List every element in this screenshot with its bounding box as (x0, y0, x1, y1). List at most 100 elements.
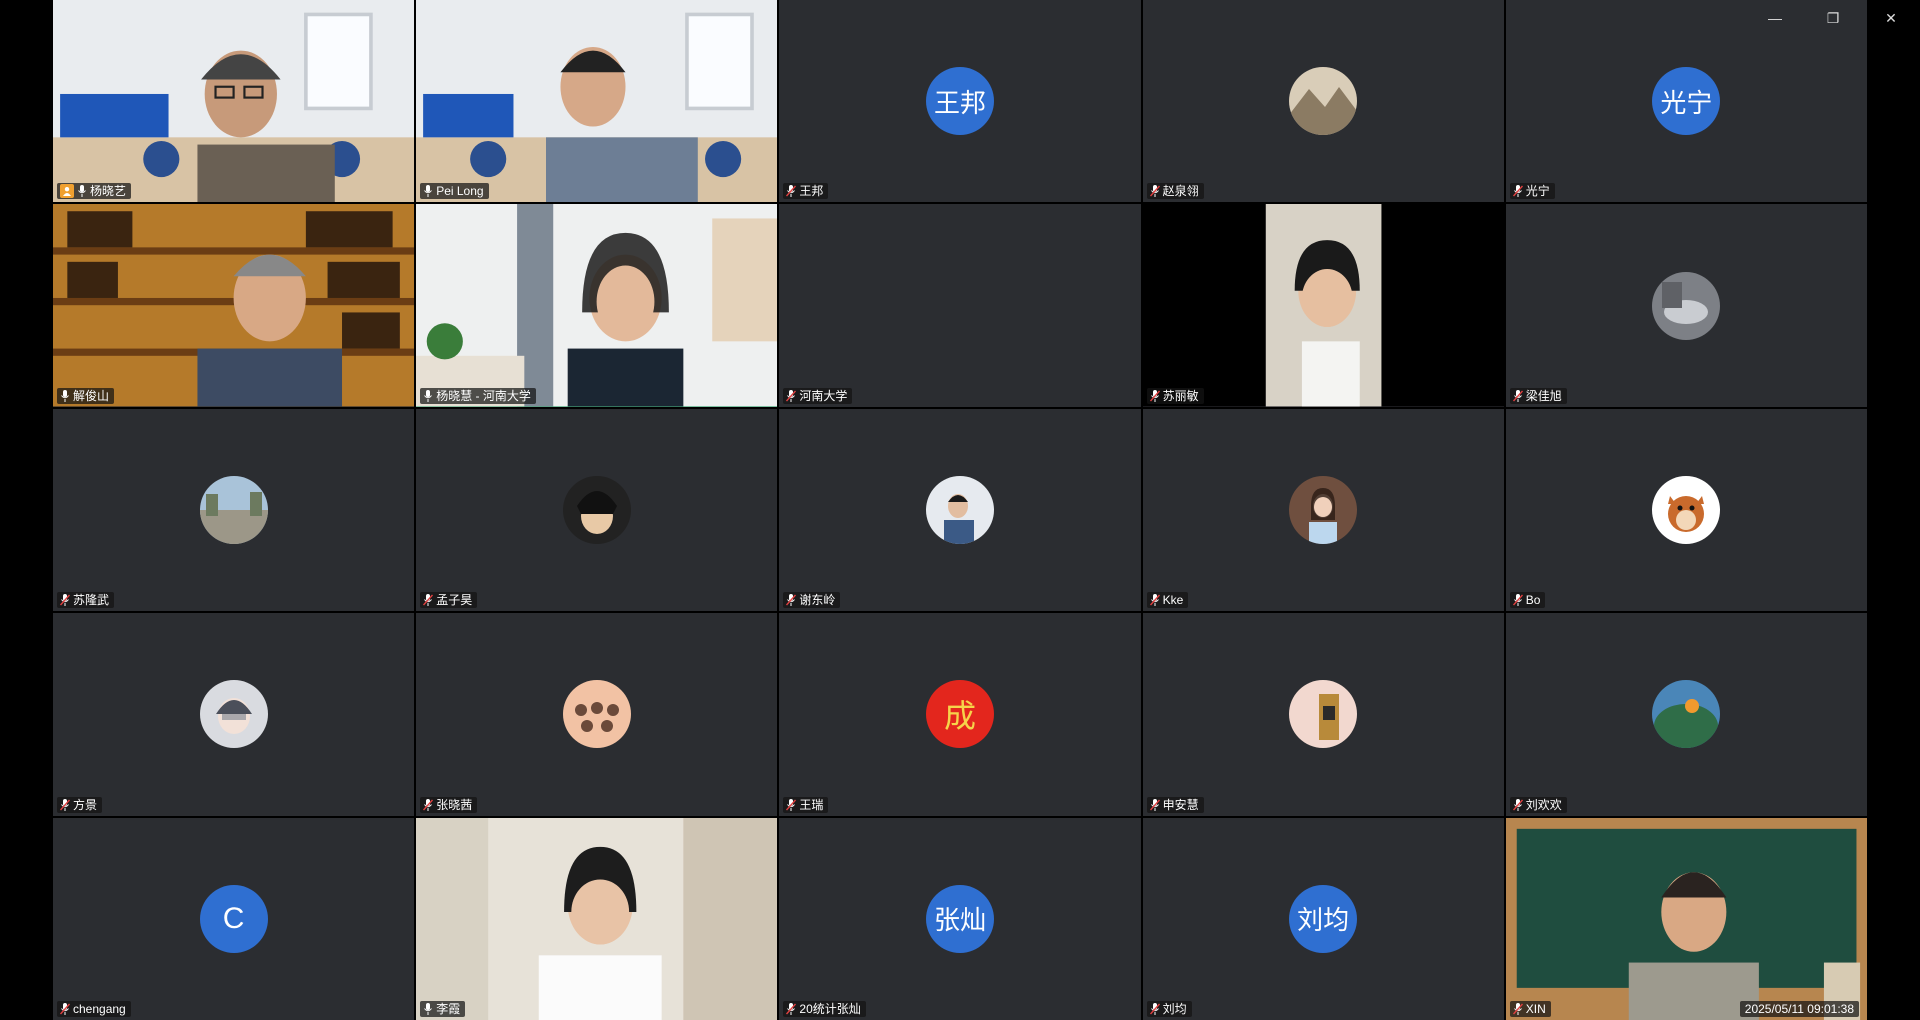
participant-tile[interactable]: Cchengang (53, 817, 415, 1020)
participant-video (416, 204, 778, 407)
participant-name: 河南大学 (799, 388, 848, 403)
participant-tile[interactable]: 张灿 20统计张灿 (779, 817, 1141, 1020)
microphone-muted-icon (786, 594, 797, 607)
participant-name: 方景 (73, 797, 98, 812)
microphone-muted-icon (1512, 798, 1523, 811)
avatar-anime-icon (562, 475, 631, 544)
name-label: 光宁 (1509, 183, 1555, 200)
participant-name: 光宁 (1525, 184, 1550, 199)
participant-tile[interactable]: 刘均 刘均 (1142, 817, 1504, 1020)
name-label: 谢东岭 (783, 592, 841, 609)
microphone-muted-icon (1512, 185, 1523, 198)
participant-tile[interactable]: 王邦 王邦 (779, 0, 1141, 203)
participant-name: 申安慧 (1162, 797, 1199, 812)
participant-tile[interactable]: Kke (1142, 408, 1504, 612)
participant-name: 李霞 (436, 1001, 461, 1016)
participant-name: Kke (1162, 593, 1184, 608)
restore-button[interactable]: ❐ (1804, 0, 1862, 36)
name-label: 河南大学 (783, 387, 853, 404)
microphone-muted-icon (60, 1002, 70, 1015)
name-label: 刘欢欢 (1509, 796, 1567, 813)
participant-video (416, 0, 778, 203)
participant-video (1142, 204, 1504, 407)
microphone-muted-icon (786, 185, 797, 198)
avatar-person-icon (925, 475, 994, 544)
participant-tile[interactable]: Bo (1505, 408, 1867, 612)
participant-tile[interactable]: 谢东岭 (779, 408, 1141, 612)
participant-tile[interactable]: 赵泉翎 (1142, 0, 1504, 203)
microphone-muted-icon (786, 389, 797, 402)
name-label: 方景 (57, 796, 103, 813)
participant-name: 赵泉翎 (1162, 184, 1199, 199)
name-label: XIN (1509, 1000, 1551, 1017)
avatar-girl-icon (1289, 475, 1358, 544)
name-label: 解俊山 (57, 387, 115, 404)
participant-tile[interactable]: 河南大学 (779, 204, 1141, 407)
participant-tile[interactable]: 张晓茜 (416, 613, 778, 816)
participant-tile[interactable]: 方景 (53, 613, 415, 816)
participant-name: 杨晓艺 (90, 184, 127, 199)
participant-tile[interactable]: 杨晓慧 - 河南大学 (416, 204, 778, 407)
minimize-button[interactable]: — (1746, 0, 1804, 36)
host-icon (60, 184, 74, 199)
name-label: 孟子昊 (420, 592, 478, 609)
avatar-earth-icon (1652, 680, 1721, 749)
participant-tile[interactable]: 成王瑞 (779, 613, 1141, 816)
avatar-booth-icon (1289, 680, 1358, 749)
participant-name: 孟子昊 (436, 593, 473, 608)
window-controls: — ❐ ✕ (1746, 0, 1920, 36)
participant-name: 苏隆武 (73, 593, 110, 608)
participant-name: 谢东岭 (799, 593, 836, 608)
name-label: 张晓茜 (420, 796, 478, 813)
name-label: 20统计张灿 (783, 1000, 866, 1017)
avatar-hand-icon (1652, 271, 1721, 340)
participant-tile[interactable]: 解俊山 (53, 204, 415, 407)
avatar: 光宁 (1652, 67, 1721, 136)
avatar: 张灿 (925, 884, 994, 953)
participant-video (53, 0, 415, 203)
participant-tile[interactable]: 申安慧 (1142, 613, 1504, 816)
microphone-muted-icon (423, 798, 434, 811)
microphone-muted-icon (1149, 1002, 1160, 1015)
participant-grid: 杨晓艺 Pei Long 王邦 王邦 赵泉翎 光宁 光宁 解俊山 杨晓慧 - 河南大学 河南… (53, 0, 1867, 1020)
avatar-squirrel-icon (1652, 475, 1721, 544)
participant-name: 20统计张灿 (799, 1001, 861, 1016)
participant-video (1505, 817, 1867, 1020)
avatar-cartoon-icon (199, 680, 268, 749)
participant-tile[interactable]: 李霞 (416, 817, 778, 1020)
microphone-icon (423, 389, 433, 402)
participant-video (53, 204, 415, 407)
participant-tile[interactable]: 梁佳旭 (1505, 204, 1867, 407)
name-label: 杨晓艺 (57, 183, 132, 200)
participant-tile[interactable]: Pei Long (416, 0, 778, 203)
participant-tile[interactable]: 杨晓艺 (53, 0, 415, 203)
participant-name: Pei Long (436, 184, 484, 199)
participant-name: 解俊山 (73, 388, 110, 403)
microphone-icon (423, 185, 433, 198)
name-label: 刘均 (1146, 1000, 1192, 1017)
name-label: Pei Long (420, 183, 489, 200)
participant-name: 苏丽敏 (1162, 388, 1199, 403)
participant-tile[interactable]: 刘欢欢 (1505, 613, 1867, 816)
microphone-icon (77, 185, 87, 198)
name-label: 王瑞 (783, 796, 829, 813)
avatar-street-icon (199, 475, 268, 544)
participant-name: Bo (1525, 593, 1541, 608)
close-button[interactable]: ✕ (1862, 0, 1920, 36)
participant-name: 刘欢欢 (1525, 797, 1562, 812)
name-label: Bo (1509, 592, 1546, 609)
participant-name: chengang (73, 1001, 126, 1016)
name-label: 苏丽敏 (1146, 387, 1204, 404)
participant-tile[interactable]: 苏丽敏 (1142, 204, 1504, 407)
avatar-landscape-icon (1289, 67, 1358, 136)
participant-tile[interactable]: 孟子昊 (416, 408, 778, 612)
timestamp: 2025/05/11 09:01:38 (1739, 1000, 1859, 1017)
microphone-muted-icon (1149, 389, 1160, 402)
name-label: Kke (1146, 592, 1189, 609)
microphone-icon (60, 389, 70, 402)
participant-tile[interactable]: 苏隆武 (53, 408, 415, 612)
participant-tile[interactable]: XIN 2025/05/11 09:01:38 (1505, 817, 1867, 1020)
name-label: 王邦 (783, 183, 829, 200)
name-label: 梁佳旭 (1509, 387, 1567, 404)
avatar: 刘均 (1289, 884, 1358, 953)
